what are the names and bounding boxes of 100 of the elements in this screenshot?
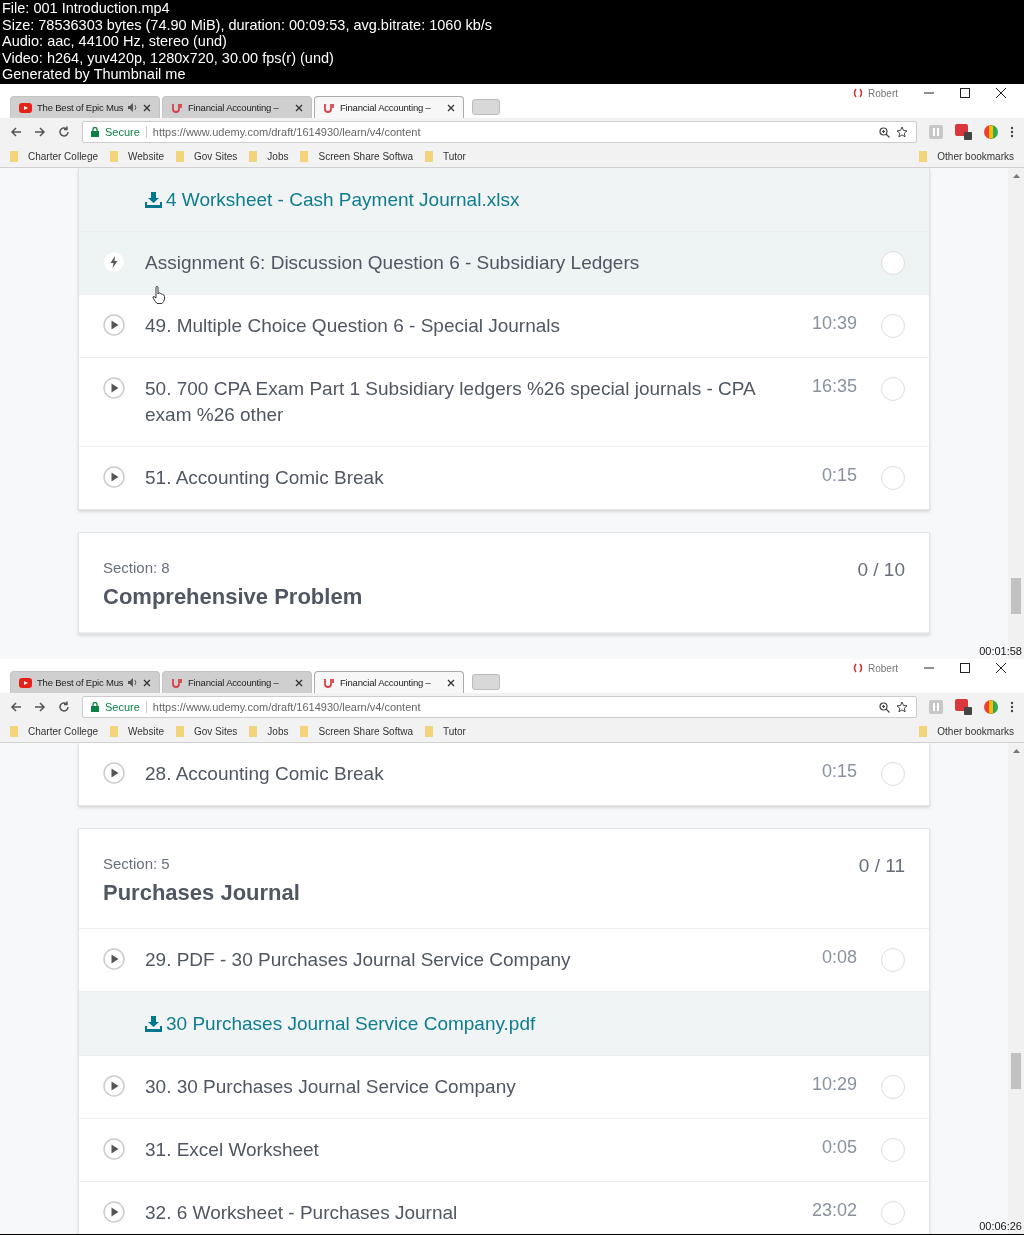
maximize-icon[interactable] bbox=[960, 663, 970, 673]
color-wheel-icon[interactable] bbox=[984, 125, 998, 139]
download-link[interactable]: 4 Worksheet - Cash Payment Journal.xlsx bbox=[145, 188, 520, 211]
lecture-row[interactable]: 32. 6 Worksheet - Purchases Journal 23:02 bbox=[79, 1182, 929, 1234]
reload-icon[interactable] bbox=[58, 701, 70, 713]
hand-cursor-icon bbox=[152, 286, 165, 304]
play-icon[interactable] bbox=[103, 314, 125, 336]
menu-icon[interactable] bbox=[1010, 126, 1014, 138]
lecture-title: 30. 30 Purchases Journal Service Company bbox=[145, 1075, 517, 1099]
close-icon[interactable] bbox=[143, 678, 151, 687]
bookmark-link[interactable]: Website bbox=[110, 726, 164, 737]
lecture-row[interactable]: 30 Purchases Journal Service Company.pdf bbox=[79, 992, 929, 1056]
reload-icon[interactable] bbox=[58, 126, 70, 138]
profile-name[interactable]: Robert bbox=[868, 87, 898, 99]
play-logo-icon bbox=[19, 677, 32, 688]
play-icon[interactable] bbox=[103, 1075, 125, 1097]
browser-tab[interactable]: Financial Accounting – bbox=[314, 96, 464, 118]
bookmark-link[interactable]: Website bbox=[110, 151, 164, 162]
other-bookmarks-link[interactable]: Other bookmarks bbox=[919, 726, 1014, 737]
download-link[interactable]: 30 Purchases Journal Service Company.pdf bbox=[145, 1012, 536, 1035]
bookmark-link[interactable]: Tutor bbox=[425, 151, 466, 162]
lecture-title: 49. Multiple Choice Question 6 - Special Journals bbox=[145, 314, 562, 338]
play-icon[interactable] bbox=[103, 1138, 125, 1160]
color-wheel-icon[interactable] bbox=[984, 700, 998, 714]
play-icon[interactable] bbox=[103, 1201, 125, 1223]
bookmark-link[interactable]: Charter College bbox=[10, 151, 99, 162]
close-icon[interactable] bbox=[295, 678, 303, 687]
play-icon[interactable] bbox=[103, 377, 125, 399]
browser-tab[interactable]: The Best of Epic Mus bbox=[10, 96, 160, 118]
play-icon[interactable] bbox=[103, 948, 125, 970]
folder-icon bbox=[110, 726, 119, 737]
close-icon[interactable] bbox=[295, 103, 303, 112]
lecture-title: 29. PDF - 30 Purchases Journal Service Company bbox=[145, 948, 572, 972]
completion-checkbox[interactable] bbox=[881, 251, 905, 275]
close-icon[interactable] bbox=[447, 678, 455, 687]
bookmark-link[interactable]: Jobs bbox=[249, 726, 289, 737]
bookmark-link[interactable]: Gov Sites bbox=[176, 151, 238, 162]
bookmark-link[interactable]: Jobs bbox=[249, 151, 289, 162]
completion-checkbox[interactable] bbox=[881, 1138, 905, 1162]
close-icon[interactable] bbox=[143, 103, 151, 112]
lecture-row[interactable]: 4 Worksheet - Cash Payment Journal.xlsx bbox=[79, 168, 929, 232]
browser-tab[interactable]: Financial Accounting – bbox=[162, 671, 312, 693]
completion-checkbox[interactable] bbox=[881, 377, 905, 401]
back-arrow-icon[interactable] bbox=[10, 701, 22, 713]
u-logo-icon bbox=[323, 102, 335, 113]
scrollbar-thumb[interactable] bbox=[1011, 578, 1021, 614]
tab-title: Financial Accounting – bbox=[340, 677, 432, 688]
maximize-icon[interactable] bbox=[960, 88, 970, 98]
folder-icon bbox=[10, 151, 18, 162]
lecture-row[interactable]: 30. 30 Purchases Journal Service Company 10:29 bbox=[79, 1056, 929, 1119]
bookmark-link[interactable]: Charter College bbox=[10, 726, 99, 737]
browser-tab[interactable]: The Best of Epic Mus bbox=[10, 671, 160, 693]
extension-icon[interactable] bbox=[955, 124, 972, 140]
close-icon[interactable] bbox=[996, 88, 1006, 98]
completion-checkbox[interactable] bbox=[881, 762, 905, 786]
address-bar[interactable]: Secure https://www.udemy.com/draft/1614930/learn/v4/content bbox=[82, 121, 917, 143]
lecture-row[interactable]: 49. Multiple Choice Question 6 - Special Journals 10:39 bbox=[79, 295, 929, 358]
scroll-up-arrow-icon[interactable] bbox=[1012, 749, 1020, 753]
browser-tab[interactable]: Financial Accounting – bbox=[314, 671, 464, 693]
other-bookmarks-link[interactable]: Other bookmarks bbox=[919, 151, 1014, 162]
back-arrow-icon[interactable] bbox=[10, 126, 22, 138]
file-info-line: Generated by Thumbnail me bbox=[2, 66, 186, 83]
completion-checkbox[interactable] bbox=[881, 948, 905, 972]
completion-checkbox[interactable] bbox=[881, 466, 905, 490]
completion-checkbox[interactable] bbox=[881, 1201, 905, 1225]
lecture-row[interactable]: Assignment 6: Discussion Question 6 - Subsidiary Ledgers bbox=[79, 232, 929, 295]
folder-icon bbox=[300, 151, 309, 162]
lecture-row[interactable]: 28. Accounting Comic Break 0:15 bbox=[79, 743, 929, 805]
zoom-icon[interactable] bbox=[879, 701, 890, 713]
profile-name[interactable]: Robert bbox=[868, 662, 898, 674]
bookmark-link[interactable]: Gov Sites bbox=[176, 726, 238, 737]
url-text: https://www.udemy.com/draft/1614930/learn/v4/content bbox=[152, 701, 421, 713]
star-icon[interactable] bbox=[896, 701, 908, 713]
lecture-row[interactable]: 51. Accounting Comic Break 0:15 bbox=[79, 447, 929, 509]
secure-label: Secure bbox=[105, 126, 147, 138]
menu-icon[interactable] bbox=[1010, 701, 1014, 713]
lecture-row[interactable]: 31. Excel Worksheet 0:05 bbox=[79, 1119, 929, 1182]
scrollbar-thumb[interactable] bbox=[1011, 1053, 1021, 1089]
extension-icon[interactable] bbox=[955, 699, 972, 715]
forward-arrow-icon[interactable] bbox=[34, 126, 46, 138]
play-icon[interactable] bbox=[103, 466, 125, 488]
completion-checkbox[interactable] bbox=[881, 1075, 905, 1099]
zoom-icon[interactable] bbox=[879, 126, 890, 138]
completion-checkbox[interactable] bbox=[881, 314, 905, 338]
address-bar[interactable]: Secure https://www.udemy.com/draft/1614930/learn/v4/content bbox=[82, 696, 917, 718]
close-icon[interactable] bbox=[996, 663, 1006, 673]
bookmark-link[interactable]: Tutor bbox=[425, 726, 466, 737]
bookmark-link[interactable]: Screen Share Softwa bbox=[300, 726, 413, 737]
folder-icon bbox=[919, 726, 928, 737]
lecture-row[interactable]: 50. 700 CPA Exam Part 1 Subsidiary ledgers %26 special journals - CPA exam %26 other 16:35 bbox=[79, 358, 929, 447]
forward-arrow-icon[interactable] bbox=[34, 701, 46, 713]
star-icon[interactable] bbox=[896, 126, 908, 138]
bookmark-link[interactable]: Screen Share Softwa bbox=[300, 151, 413, 162]
duration: 0:08 bbox=[821, 946, 857, 968]
browser-tab[interactable]: Financial Accounting – bbox=[162, 96, 312, 118]
play-icon[interactable] bbox=[103, 762, 125, 784]
duration: 0:15 bbox=[821, 464, 857, 486]
close-icon[interactable] bbox=[447, 103, 455, 112]
scroll-up-arrow-icon[interactable] bbox=[1012, 174, 1020, 178]
folder-icon bbox=[249, 151, 258, 162]
